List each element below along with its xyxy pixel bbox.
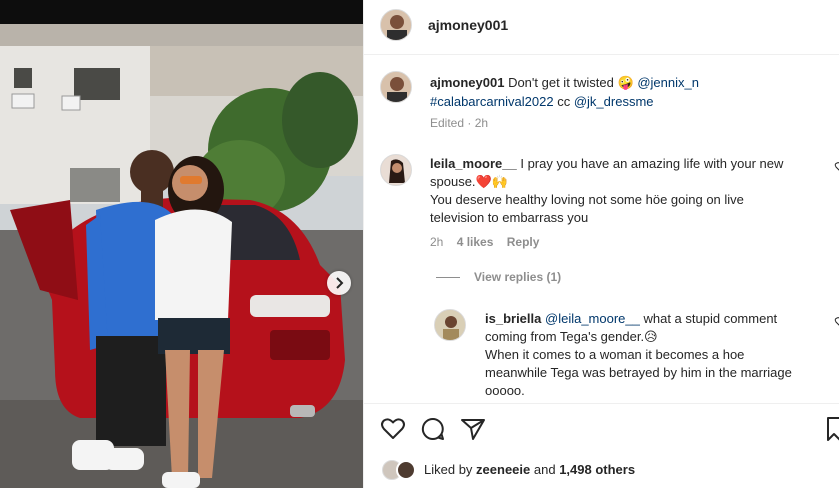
avatar-image bbox=[381, 72, 411, 102]
comment: leila_moore__ I pray you have an amazing… bbox=[430, 155, 830, 227]
reply-text: meanwhile Tega was betrayed by him in th… bbox=[485, 365, 792, 380]
comment-likes[interactable]: 4 likes bbox=[457, 235, 494, 249]
comment-text: spouse.❤️🙌 bbox=[430, 174, 508, 189]
caption-avatar[interactable] bbox=[380, 71, 412, 103]
photo-illustration bbox=[0, 0, 363, 488]
comment-time: 2h bbox=[430, 235, 444, 249]
comment-text: I pray you have an amazing life with you… bbox=[520, 156, 784, 171]
caption-text: Don't get it twisted bbox=[508, 75, 614, 90]
avatar[interactable] bbox=[380, 9, 412, 41]
reply-username[interactable]: is_briella bbox=[485, 311, 541, 326]
chevron-right-icon bbox=[336, 277, 344, 289]
comment-icon[interactable] bbox=[420, 416, 446, 442]
reply-text: ooooo. bbox=[485, 383, 525, 398]
comment-like-icon[interactable] bbox=[834, 161, 839, 173]
caption-cc: cc bbox=[557, 94, 571, 109]
post-photo bbox=[0, 0, 363, 488]
comment-text: television to embarrass you bbox=[430, 210, 589, 225]
caption: ajmoney001 Don't get it twisted 🤪 @jenni… bbox=[430, 73, 810, 111]
post-panel: ajmoney001 ajmoney001 Don't get it twist… bbox=[363, 0, 839, 488]
liked-by-prefix: Liked by bbox=[424, 462, 473, 477]
reply-button[interactable]: Reply bbox=[507, 235, 540, 249]
next-photo-button[interactable] bbox=[327, 271, 351, 295]
view-replies-line bbox=[436, 277, 460, 279]
mention-link[interactable]: @leila_moore__ bbox=[545, 311, 640, 326]
caption-emoji: 🤪 bbox=[617, 75, 634, 90]
view-replies-label: View replies (1) bbox=[474, 270, 562, 284]
comment-text: You deserve healthy loving not some höe … bbox=[430, 192, 744, 207]
liked-by-avatars bbox=[382, 460, 422, 480]
reply-comment: is_briella @leila_moore__ what a stupid … bbox=[485, 310, 835, 400]
comment-meta: 2h 4 likes Reply bbox=[430, 235, 539, 249]
mention-link[interactable]: @jk_dressme bbox=[574, 94, 654, 109]
mention-link[interactable]: @jennix_n bbox=[637, 75, 699, 90]
avatar-image bbox=[381, 155, 411, 185]
liked-by-and: and bbox=[533, 462, 556, 477]
bookmark-icon[interactable] bbox=[826, 416, 839, 442]
comment-avatar[interactable] bbox=[380, 154, 412, 186]
likes-count[interactable]: 1,498 others bbox=[559, 462, 635, 477]
heart-icon[interactable] bbox=[380, 416, 406, 442]
caption-meta: Edited · 2h bbox=[430, 116, 489, 130]
share-icon[interactable] bbox=[460, 416, 486, 442]
post-header: ajmoney001 bbox=[364, 0, 839, 55]
view-replies[interactable]: View replies (1) bbox=[436, 270, 561, 284]
post-username[interactable]: ajmoney001 bbox=[428, 17, 508, 33]
liked-by: Liked by zeeneeie and 1,498 others bbox=[424, 462, 635, 477]
action-bar: Liked by zeeneeie and 1,498 others bbox=[364, 403, 839, 488]
avatar-image bbox=[381, 10, 411, 40]
caption-username[interactable]: ajmoney001 bbox=[430, 75, 504, 90]
reply-text: what a stupid comment bbox=[643, 311, 778, 326]
avatar bbox=[396, 460, 416, 480]
hashtag-link[interactable]: #calabarcarnival2022 bbox=[430, 94, 554, 109]
comment-username[interactable]: leila_moore__ bbox=[430, 156, 517, 171]
comment-like-icon[interactable] bbox=[834, 316, 839, 328]
reply-avatar[interactable] bbox=[434, 309, 466, 341]
avatar-image bbox=[435, 310, 465, 340]
reply-text: When it comes to a woman it becomes a ho… bbox=[485, 347, 745, 362]
reply-text: coming from Tega's gender.😥 bbox=[485, 329, 658, 344]
liked-by-user[interactable]: zeeneeie bbox=[476, 462, 530, 477]
